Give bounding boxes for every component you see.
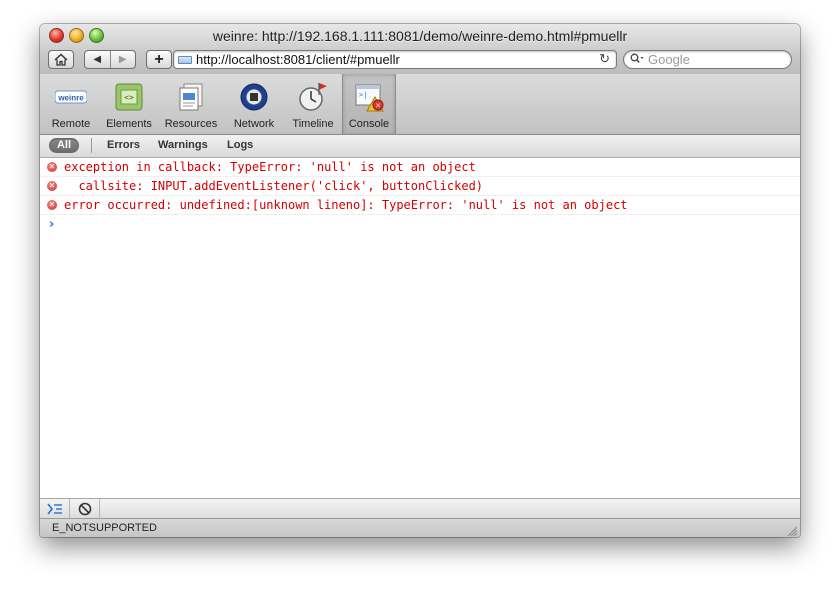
window-title: weinre: http://192.168.1.111:8081/demo/w… (212, 28, 628, 44)
console-icon: >| × (353, 81, 385, 113)
console-message-text: callsite: INPUT.addEventListener('click'… (64, 179, 484, 193)
tab-elements[interactable]: <> Elements (102, 74, 156, 134)
back-icon: ◀ (93, 54, 102, 65)
console-filter-bar: All Errors Warnings Logs (40, 135, 800, 158)
tab-console-label: Console (348, 118, 390, 130)
status-bar: E_NOTSUPPORTED (40, 518, 800, 537)
forward-button[interactable]: ▶ (111, 51, 136, 68)
svg-text:<>: <> (124, 93, 134, 102)
timeline-icon (297, 81, 329, 113)
clear-icon (78, 502, 91, 516)
filter-errors-button[interactable]: Errors (107, 139, 140, 151)
console-message-text: exception in callback: TypeError: 'null'… (64, 160, 476, 174)
tab-remote[interactable]: weinre Remote (46, 74, 96, 134)
home-button[interactable] (48, 50, 74, 69)
title-bar: weinre: http://192.168.1.111:8081/demo/w… (40, 24, 800, 75)
tab-resources-label: Resources (164, 118, 218, 130)
error-icon: ✕ (47, 162, 57, 172)
search-placeholder: Google (648, 52, 690, 67)
console-output[interactable]: ✕ exception in callback: TypeError: 'nul… (40, 158, 800, 498)
console-message-text: error occurred: undefined:[unknown linen… (64, 198, 628, 212)
console-message: ✕ error occurred: undefined:[unknown lin… (40, 197, 800, 215)
filter-divider (91, 138, 92, 153)
tab-network[interactable]: Network (228, 74, 280, 134)
weinre-logo-text: weinre (57, 94, 84, 103)
site-favicon-icon (178, 55, 192, 64)
show-console-button[interactable] (40, 499, 70, 519)
status-text: E_NOTSUPPORTED (52, 522, 157, 534)
filter-logs-button[interactable]: Logs (227, 139, 253, 151)
weinre-logo-icon: weinre (54, 81, 88, 113)
back-button[interactable]: ◀ (85, 51, 111, 68)
resources-icon (175, 81, 207, 113)
tab-timeline-label: Timeline (292, 118, 334, 130)
console-prompt-icon[interactable]: › (49, 217, 54, 232)
tab-elements-label: Elements (106, 118, 152, 130)
console-message: ✕ exception in callback: TypeError: 'nul… (40, 159, 800, 177)
error-icon: ✕ (47, 200, 57, 210)
tab-remote-label: Remote (51, 118, 91, 130)
error-icon: ✕ (47, 181, 57, 191)
browser-window: weinre: http://192.168.1.111:8081/demo/w… (40, 24, 800, 537)
address-text: http://localhost:8081/client/#pmuellr (196, 52, 400, 67)
forward-icon: ▶ (118, 54, 127, 65)
elements-icon: <> (113, 81, 145, 113)
filter-warnings-button[interactable]: Warnings (158, 139, 208, 151)
svg-text:×: × (375, 102, 381, 110)
back-forward-group: ◀ ▶ (84, 50, 136, 69)
console-toggle-icon (46, 503, 62, 515)
home-icon (54, 53, 68, 66)
filter-all-button[interactable]: All (49, 138, 79, 153)
address-bar[interactable]: http://localhost:8081/client/#pmuellr ↻ (173, 50, 617, 69)
search-icon (630, 53, 644, 67)
tab-timeline[interactable]: Timeline (286, 74, 340, 134)
clear-console-button[interactable] (70, 499, 100, 519)
tab-resources[interactable]: Resources (162, 74, 220, 134)
resize-grip-icon[interactable] (787, 526, 797, 536)
reload-icon[interactable]: ↻ (599, 51, 610, 67)
network-icon (238, 81, 270, 113)
tab-console[interactable]: >| × Console (342, 74, 396, 134)
plus-icon: + (154, 50, 164, 68)
add-bookmark-button[interactable]: + (146, 50, 172, 69)
console-message: ✕ callsite: INPUT.addEventListener('clic… (40, 178, 800, 196)
console-bottom-bar (40, 498, 800, 519)
inspector-toolbar: weinre Remote <> Elements Resources Netw… (40, 74, 800, 135)
tab-network-label: Network (233, 118, 275, 130)
svg-text:>|: >| (359, 91, 367, 99)
search-field[interactable]: Google (623, 50, 792, 69)
